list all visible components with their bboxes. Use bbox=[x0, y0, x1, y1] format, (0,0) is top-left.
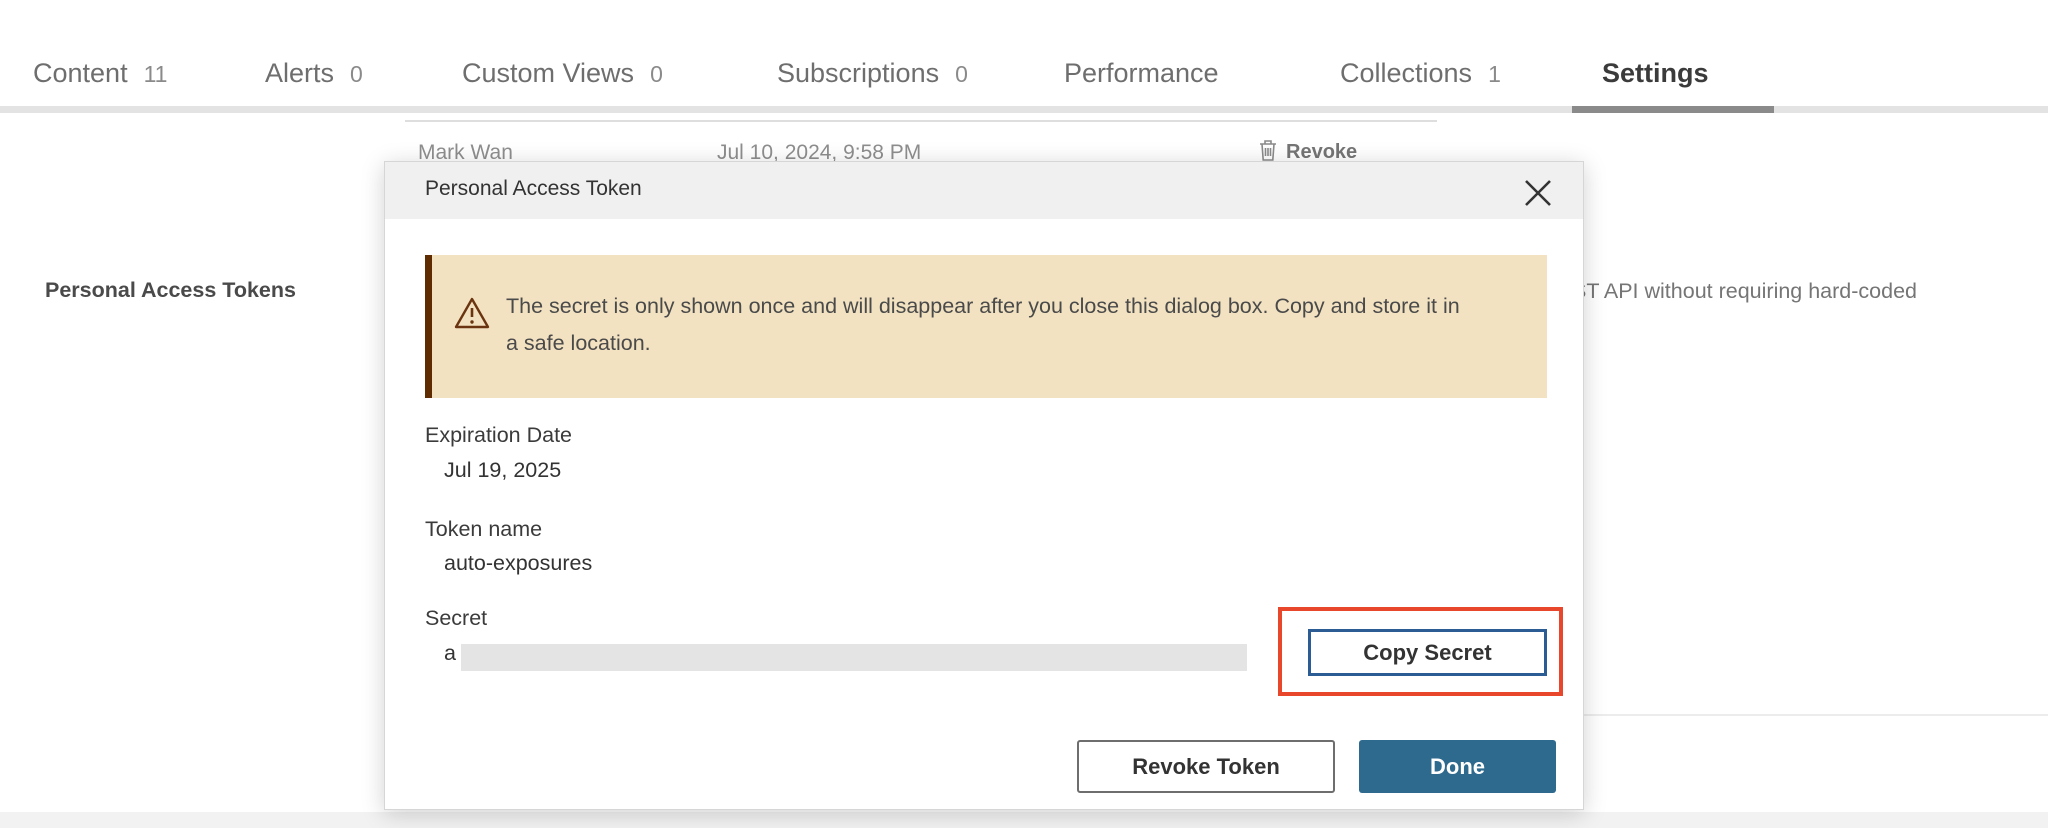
tab-label: Content bbox=[33, 58, 128, 89]
trash-icon[interactable] bbox=[1258, 138, 1278, 162]
warning-message: The secret is only shown once and will d… bbox=[506, 288, 1476, 362]
copy-secret-button[interactable]: Copy Secret bbox=[1308, 629, 1547, 676]
tab-subscriptions[interactable]: Subscriptions 0 bbox=[777, 58, 968, 89]
active-tab-indicator bbox=[1572, 106, 1774, 113]
tab-count-badge: 1 bbox=[1488, 61, 1501, 88]
tab-label: Custom Views bbox=[462, 58, 634, 89]
revoke-token-button[interactable]: Revoke Token bbox=[1077, 740, 1335, 793]
tab-performance[interactable]: Performance bbox=[1064, 58, 1219, 89]
section-title: Personal Access Tokens bbox=[45, 278, 296, 303]
tab-label: Alerts bbox=[265, 58, 334, 89]
expiration-date-value: Jul 19, 2025 bbox=[444, 458, 561, 483]
expiration-date-label: Expiration Date bbox=[425, 423, 572, 448]
tab-settings[interactable]: Settings bbox=[1602, 58, 1709, 89]
tab-content[interactable]: Content 11 bbox=[33, 58, 167, 89]
done-button[interactable]: Done bbox=[1359, 740, 1556, 793]
personal-access-token-dialog: Personal Access Token The secret is only… bbox=[384, 161, 1584, 810]
close-x-icon[interactable] bbox=[1519, 174, 1557, 212]
tab-label: Collections bbox=[1340, 58, 1472, 89]
tab-count-badge: 0 bbox=[955, 61, 968, 88]
secret-label: Secret bbox=[425, 606, 487, 631]
tab-label: Subscriptions bbox=[777, 58, 939, 89]
warning-banner: The secret is only shown once and will d… bbox=[425, 255, 1547, 398]
tab-alerts[interactable]: Alerts 0 bbox=[265, 58, 363, 89]
secret-redacted-bar bbox=[461, 644, 1247, 671]
tab-label: Performance bbox=[1064, 58, 1219, 89]
secret-value-text: a bbox=[444, 641, 456, 666]
tab-count-badge: 0 bbox=[350, 61, 363, 88]
tab-label: Settings bbox=[1602, 58, 1709, 89]
token-name-label: Token name bbox=[425, 517, 542, 542]
page: Content 11 Alerts 0 Custom Views 0 Subsc… bbox=[0, 0, 2048, 828]
table-row-divider bbox=[405, 120, 1437, 122]
tab-collections[interactable]: Collections 1 bbox=[1340, 58, 1501, 89]
section-description-fragment: ST API without requiring hard-coded bbox=[1572, 279, 1917, 304]
tab-count-badge: 0 bbox=[650, 61, 663, 88]
dialog-title: Personal Access Token bbox=[425, 177, 642, 201]
token-name-value: auto-exposures bbox=[444, 551, 592, 576]
tab-count-badge: 11 bbox=[144, 61, 168, 88]
warning-triangle-icon bbox=[454, 296, 490, 330]
page-footer-strip bbox=[0, 812, 2048, 828]
dialog-header: Personal Access Token bbox=[385, 162, 1583, 219]
tab-custom-views[interactable]: Custom Views 0 bbox=[462, 58, 663, 89]
